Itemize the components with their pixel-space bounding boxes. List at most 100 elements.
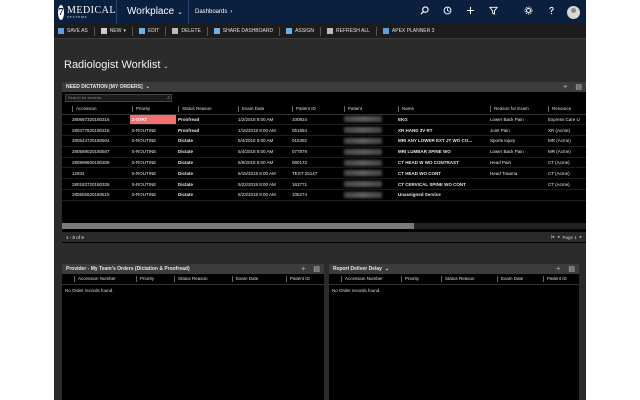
filter-icon[interactable] (482, 6, 505, 18)
chevron-down-icon[interactable]: ⌄ (146, 84, 150, 90)
patient-cell-redacted[interactable] (342, 114, 396, 126)
column-divider[interactable] (136, 275, 137, 282)
command-button[interactable]: ASSIGN (282, 28, 318, 34)
accession-cell[interactable]: 280569020180507 (70, 146, 130, 158)
accession-cell[interactable]: 280477820180316 (70, 124, 130, 137)
table-row[interactable]: 280667320180316 2-STAT Proofread 1/2/2018 8… (62, 114, 586, 126)
table-row[interactable]: 280544720180504 5-ROUTINE Dictate 5/4/2018 … (62, 135, 586, 147)
command-button[interactable]: EDIT (135, 28, 163, 34)
exam-name-cell[interactable]: Unassigned Service (396, 189, 488, 201)
command-button[interactable]: SAVE AS (54, 28, 92, 34)
patient-cell-redacted[interactable] (342, 167, 396, 180)
horizontal-scrollbar[interactable] (62, 223, 586, 229)
row-checkbox[interactable] (62, 135, 70, 147)
column-divider[interactable] (72, 105, 73, 112)
expand-icon[interactable]: ▤ (568, 265, 575, 273)
patient-cell-redacted[interactable] (342, 146, 396, 158)
patient-cell-redacted[interactable] (342, 178, 396, 191)
column-header[interactable]: Patient (342, 104, 396, 115)
app-switcher[interactable]: Workplace ⌄ (116, 0, 188, 24)
add-icon[interactable] (459, 6, 482, 18)
column-divider[interactable] (490, 105, 491, 112)
exam-name-cell[interactable]: MRI LUMBAR SPINE WO (396, 146, 488, 158)
column-header[interactable]: Exam Date (236, 104, 290, 115)
column-divider[interactable] (178, 105, 179, 112)
accession-cell[interactable]: 280999600180309 (70, 157, 130, 169)
help-icon[interactable] (540, 6, 563, 18)
column-header[interactable]: Name (396, 104, 488, 115)
column-divider[interactable] (497, 275, 498, 282)
accession-cell[interactable]: 12934 (70, 167, 130, 180)
table-row[interactable]: 280183720180326 5-ROUTINE Dictate 5/22/2018… (62, 178, 586, 191)
row-checkbox[interactable] (62, 157, 70, 169)
column-header[interactable]: Status Reason (172, 274, 230, 285)
column-header[interactable]: Patient ID (290, 104, 342, 115)
exam-name-cell[interactable]: CT HEAD WO CONT (396, 167, 488, 180)
settings-icon[interactable] (517, 6, 540, 18)
worklist-search-input[interactable]: Search for records ⌕ (65, 94, 172, 102)
column-header[interactable]: Patient ID (284, 274, 324, 285)
row-checkbox[interactable] (62, 114, 70, 126)
scrollbar-thumb[interactable] (62, 223, 414, 229)
column-header[interactable]: Accession (70, 104, 130, 115)
command-button[interactable]: APEX PLANNER 3 (379, 28, 439, 34)
exam-name-cell[interactable]: EKG (396, 114, 488, 126)
column-divider[interactable] (74, 275, 75, 282)
add-record-icon[interactable]: + (563, 84, 567, 91)
table-row[interactable]: 280477820180316 5-ROUTINE Proofread 1/16/20… (62, 124, 586, 137)
table-row[interactable]: 12934 5-ROUTINE Dictate 5/15/2018 8:00 AM TE… (62, 167, 586, 180)
row-checkbox[interactable] (62, 189, 70, 201)
column-header[interactable]: Priority (134, 274, 172, 285)
command-button[interactable]: REFRESH ALL (323, 28, 374, 34)
table-row[interactable]: 280655620180515 5-ROUTINE Dictate 5/23/2018… (62, 189, 586, 201)
column-divider[interactable] (238, 105, 239, 112)
expand-icon[interactable]: ▤ (313, 265, 320, 273)
select-all-checkbox[interactable] (62, 104, 70, 115)
select-all-checkbox[interactable] (329, 274, 339, 285)
exam-name-cell[interactable]: MRI ANY LOWER EXT JT WO CO... (396, 135, 488, 147)
chevron-down-icon[interactable]: ⌄ (385, 266, 389, 272)
column-header[interactable]: Status Reason (176, 104, 236, 115)
column-divider[interactable] (398, 105, 399, 112)
column-divider[interactable] (548, 105, 549, 112)
column-header[interactable]: Exam Date (495, 274, 541, 285)
column-divider[interactable] (174, 275, 175, 282)
add-record-icon[interactable]: + (301, 266, 305, 273)
column-header[interactable]: Priority (399, 274, 439, 285)
next-page-icon[interactable]: ▸ (580, 234, 582, 240)
column-divider[interactable] (341, 275, 342, 282)
search-icon[interactable] (413, 6, 436, 18)
exam-name-cell[interactable]: CT CERVICAL SPINE WO CONT (396, 178, 488, 191)
first-page-icon[interactable]: |◂ (551, 234, 554, 240)
column-divider[interactable] (344, 105, 345, 112)
patient-cell-redacted[interactable] (342, 135, 396, 147)
previous-page-icon[interactable]: ◂ (557, 234, 559, 240)
column-divider[interactable] (401, 275, 402, 282)
table-row[interactable]: 280999600180309 5-ROUTINE Dictate 5/9/2018 … (62, 157, 586, 169)
accession-cell[interactable]: 280655620180515 (70, 189, 130, 201)
column-divider[interactable] (441, 275, 442, 282)
column-header[interactable]: Accession Number (72, 274, 134, 285)
exam-name-cell[interactable]: CT HEAD W WO CONTRAST (396, 157, 488, 169)
command-button[interactable]: NEW ▾ (97, 28, 130, 34)
add-record-icon[interactable]: + (556, 266, 560, 273)
logo[interactable]: 7 MEDICAL SYSTEMS (54, 0, 116, 24)
column-header[interactable]: Accession Number (339, 274, 399, 285)
column-divider[interactable] (292, 105, 293, 112)
row-checkbox[interactable] (62, 167, 70, 180)
row-checkbox[interactable] (62, 178, 70, 191)
history-icon[interactable] (436, 6, 459, 18)
accession-cell[interactable]: 280544720180504 (70, 135, 130, 147)
patient-cell-redacted[interactable] (342, 189, 396, 201)
patient-cell-redacted[interactable] (342, 124, 396, 137)
column-divider[interactable] (232, 275, 233, 282)
row-checkbox[interactable] (62, 124, 70, 137)
exam-name-cell[interactable]: XR HAND 3V RT (396, 124, 488, 137)
column-header[interactable]: Reason for Exam (488, 104, 546, 115)
command-button[interactable]: DELETE (168, 28, 204, 34)
worklist-title[interactable]: NEED DICTATION [MY ORDERS] (66, 84, 143, 90)
column-header[interactable]: Resource (546, 104, 586, 115)
accession-cell[interactable]: 280667320180316 (70, 114, 130, 126)
column-divider[interactable] (132, 105, 133, 112)
column-header[interactable]: Status Reason (439, 274, 495, 285)
